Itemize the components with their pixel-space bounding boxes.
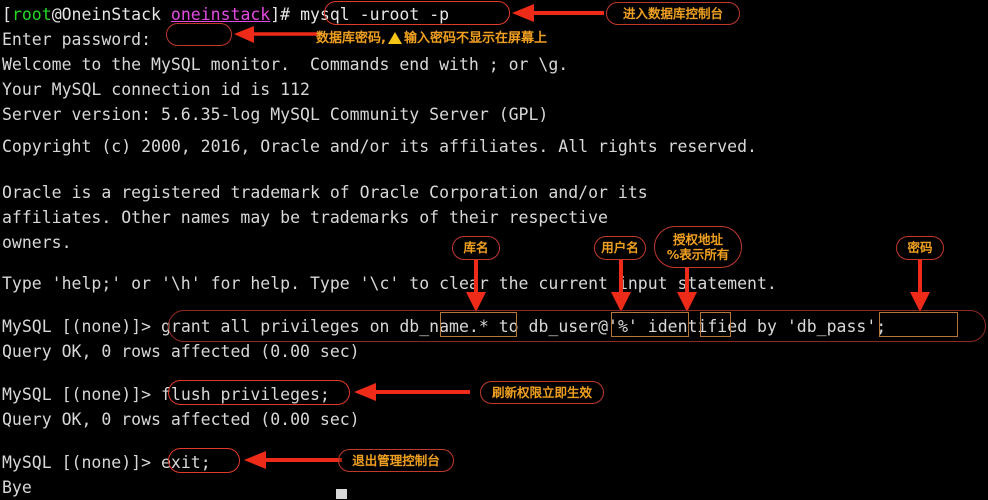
- grant-semicolon: ;: [876, 317, 887, 336]
- mysql-prompt-3: MySQL [(none)]>: [2, 453, 161, 472]
- terminal-screenshot: [root@OneinStack oneinstack]# mysql -uro…: [0, 0, 988, 500]
- grant-host: %: [617, 317, 628, 336]
- prompt-directory: oneinstack: [170, 5, 271, 24]
- prompt-tail: ]#: [270, 5, 291, 24]
- mysql-prompt-2: MySQL [(none)]>: [2, 385, 161, 404]
- exit-statement-line: MySQL [(none)]> exit;: [2, 450, 211, 475]
- grant-quote-close: ': [627, 317, 638, 336]
- grant-db-name: db_name: [399, 317, 469, 336]
- mysql-prompt-1: MySQL [(none)]>: [2, 317, 161, 336]
- grant-head: grant all privileges on: [160, 317, 400, 336]
- mysql-login-command: mysql -uroot -p: [300, 5, 450, 24]
- flush-command: flush privileges;: [160, 385, 330, 404]
- prompt-host: @OneinStack: [51, 5, 171, 24]
- grant-mid-1: .* to: [468, 317, 529, 336]
- server-version-line: Server version: 5.6.35-log MySQL Communi…: [2, 105, 549, 124]
- prompt-bracket-open: [: [2, 5, 12, 24]
- grant-quote-open: ': [608, 317, 618, 336]
- copyright-line: Copyright (c) 2000, 2016, Oracle and/or …: [2, 137, 757, 156]
- grant-quote-open-2: ': [786, 317, 797, 336]
- trademark-line-3: owners.: [2, 233, 72, 252]
- grant-statement-line: MySQL [(none)]> grant all privileges on …: [2, 314, 886, 339]
- grant-db-user: db_user: [528, 317, 599, 336]
- grant-db-pass: db_pass: [796, 317, 867, 336]
- text-cursor: [336, 489, 347, 499]
- enter-password-line: Enter password:: [2, 30, 152, 49]
- grant-at-sign: @: [598, 317, 609, 336]
- query-ok-line-2: Query OK, 0 rows affected (0.00 sec): [2, 410, 360, 429]
- flush-statement-line: MySQL [(none)]> flush privileges;: [2, 382, 330, 407]
- shell-prompt-line: [root@OneinStack oneinstack]# mysql -uro…: [2, 2, 449, 27]
- grant-mid-2: identified by: [637, 317, 787, 336]
- exit-command: exit;: [160, 453, 211, 472]
- help-hint-line: Type 'help;' or '\h' for help. Type '\c'…: [2, 274, 777, 293]
- grant-quote-close-2: ': [866, 317, 877, 336]
- trademark-line-2: affiliates. Other names may be trademark…: [2, 208, 608, 227]
- terminal-output: [root@OneinStack oneinstack]# mysql -uro…: [0, 0, 988, 500]
- welcome-line: Welcome to the MySQL monitor. Commands e…: [2, 55, 569, 74]
- prompt-user: root: [11, 5, 52, 24]
- query-ok-line-1: Query OK, 0 rows affected (0.00 sec): [2, 342, 360, 361]
- trademark-line-1: Oracle is a registered trademark of Orac…: [2, 183, 648, 202]
- connection-id-line: Your MySQL connection id is 112: [2, 80, 310, 99]
